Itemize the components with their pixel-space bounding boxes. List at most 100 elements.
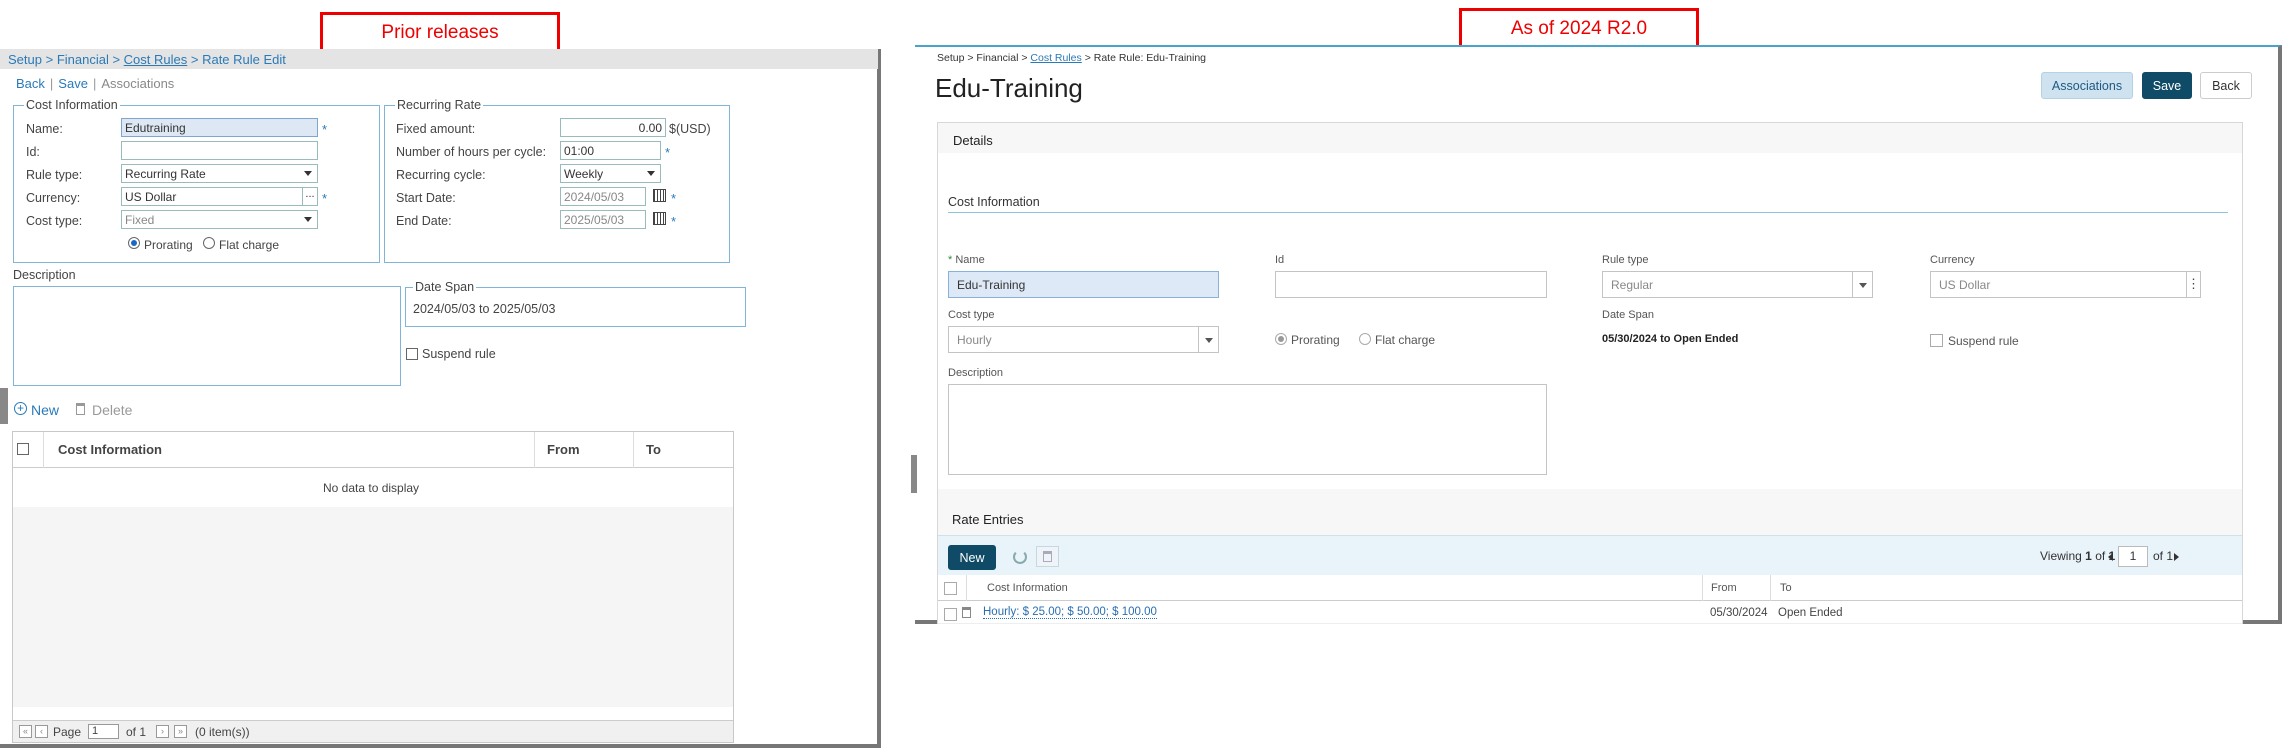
back-button[interactable]: Back <box>2200 72 2252 99</box>
details-body: Cost Information * Name Edu-Training Id … <box>938 153 2242 489</box>
rule-type-select[interactable]: Regular <box>1602 271 1873 298</box>
flat-charge-radio[interactable] <box>1359 333 1371 345</box>
rate-entries-toolbar: New Viewing 1 of 1 1 of 1 <box>938 535 2242 575</box>
associations-button[interactable]: Associations <box>2041 72 2133 99</box>
end-date-input[interactable]: 2025/05/03 <box>560 210 646 229</box>
rate-entry-link[interactable]: Hourly: $ 25.00; $ 50.00; $ 100.00 <box>983 606 1157 619</box>
id-label: Id <box>1275 254 1285 266</box>
new-entry-button[interactable]: New <box>948 545 996 570</box>
select-all-checkbox[interactable] <box>17 443 29 455</box>
add-icon[interactable]: + <box>14 402 27 415</box>
recurring-rate-legend: Recurring Rate <box>395 98 484 112</box>
suspend-rule-checkbox[interactable] <box>406 348 418 360</box>
calendar-icon[interactable] <box>653 212 666 225</box>
name-label: Name: <box>26 122 63 136</box>
prorating-radio[interactable] <box>128 237 140 249</box>
cost-info-grid: Cost Information From To No data to disp… <box>12 431 734 743</box>
breadcrumb-financial[interactable]: Financial <box>57 52 109 67</box>
fixed-amount-label: Fixed amount: <box>396 122 476 136</box>
cost-info-legend: Cost Information <box>24 98 120 112</box>
next-page-icon[interactable]: › <box>156 725 169 738</box>
id-label: Id: <box>26 145 40 159</box>
breadcrumb-current: Rate Rule Edit <box>202 52 286 67</box>
cost-info-header: Cost Information <box>948 195 1040 209</box>
name-input[interactable]: Edutraining <box>121 118 318 137</box>
first-page-icon[interactable]: « <box>19 725 32 738</box>
next-page-icon[interactable] <box>2174 553 2179 561</box>
column-from[interactable]: From <box>1711 582 1737 594</box>
flat-charge-radio[interactable] <box>203 237 215 249</box>
prorating-radio[interactable] <box>1275 333 1287 345</box>
breadcrumb-cost-rules[interactable]: Cost Rules <box>1030 52 1081 64</box>
page-input[interactable]: 1 <box>88 724 119 739</box>
cost-type-select[interactable]: Hourly <box>948 326 1219 353</box>
start-date-input[interactable]: 2024/05/03 <box>560 187 646 206</box>
column-divider <box>534 432 535 468</box>
row-checkbox[interactable] <box>944 608 957 621</box>
trash-icon <box>76 403 85 415</box>
trash-icon[interactable] <box>962 607 971 618</box>
select-all-checkbox[interactable] <box>944 582 957 595</box>
breadcrumb-cost-rules[interactable]: Cost Rules <box>124 52 188 67</box>
end-date-label: End Date: <box>396 214 452 228</box>
chevron-down-icon[interactable] <box>1852 272 1872 297</box>
column-cost-information[interactable]: Cost Information <box>58 442 162 457</box>
required-marker: * <box>665 145 671 160</box>
empty-message: No data to display <box>323 481 420 495</box>
collapse-handle[interactable] <box>0 388 8 424</box>
collapse-handle[interactable] <box>911 455 917 493</box>
save-link[interactable]: Save <box>58 76 88 91</box>
hours-per-cycle-input[interactable]: 01:00 <box>560 141 661 160</box>
description-textarea[interactable] <box>13 286 401 386</box>
currency-input[interactable]: US Dollar <box>121 187 303 206</box>
breadcrumb: Setup > Financial > Cost Rules > Rate Ru… <box>0 49 878 69</box>
breadcrumb-current: Rate Rule: Edu-Training <box>1093 52 1206 64</box>
date-span-label: Date Span <box>1602 309 1654 321</box>
prev-page-icon[interactable]: ‹ <box>35 725 48 738</box>
page-input[interactable]: 1 <box>2118 546 2148 567</box>
save-button[interactable]: Save <box>2142 72 2192 99</box>
delete-button[interactable]: Delete <box>92 402 132 418</box>
breadcrumb-setup[interactable]: Setup <box>937 52 964 64</box>
column-divider <box>966 575 967 601</box>
column-from[interactable]: From <box>547 442 580 457</box>
currency-unit: $(USD) <box>669 122 711 136</box>
column-divider <box>1702 575 1703 601</box>
description-label: Description <box>13 268 76 282</box>
delete-button[interactable] <box>1036 546 1059 567</box>
cost-type-label: Cost type: <box>26 214 83 228</box>
refresh-icon[interactable] <box>1013 550 1027 564</box>
from-value: 05/30/2024 <box>1710 607 1768 619</box>
currency-select[interactable]: US Dollar ⋮ <box>1930 271 2201 298</box>
recurring-cycle-select[interactable]: Weekly <box>560 164 661 183</box>
suspend-rule-checkbox[interactable] <box>1930 334 1943 347</box>
name-input[interactable]: Edu-Training <box>948 271 1219 298</box>
last-page-icon[interactable]: » <box>174 725 187 738</box>
prorating-label: Prorating <box>1291 333 1340 347</box>
breadcrumb-financial[interactable]: Financial <box>976 52 1018 64</box>
breadcrumb-setup[interactable]: Setup <box>8 52 42 67</box>
column-cost-information[interactable]: Cost Information <box>987 582 1068 594</box>
callout-new-release: As of 2024 R2.0 <box>1459 8 1699 50</box>
page-of-label: of 1 <box>126 725 147 739</box>
breadcrumb: Setup > Financial > Cost Rules > Rate Ru… <box>937 52 1206 64</box>
associations-link[interactable]: Associations <box>101 76 174 91</box>
id-input[interactable] <box>1275 271 1547 298</box>
cost-type-select[interactable]: Fixed <box>121 210 318 229</box>
more-icon[interactable]: ⋮ <box>2186 272 2200 297</box>
date-span-legend: Date Span <box>413 280 477 294</box>
back-link[interactable]: Back <box>16 76 45 91</box>
chevron-down-icon[interactable] <box>1198 327 1218 352</box>
fixed-amount-input[interactable]: 0.00 <box>560 118 666 137</box>
recurring-cycle-label: Recurring cycle: <box>396 168 486 182</box>
column-to[interactable]: To <box>1780 582 1792 594</box>
column-divider <box>1770 575 1771 601</box>
column-to[interactable]: To <box>646 442 661 457</box>
description-textarea[interactable] <box>948 384 1547 475</box>
new-button[interactable]: New <box>31 402 59 418</box>
id-input[interactable] <box>121 141 318 160</box>
calendar-icon[interactable] <box>653 189 666 202</box>
currency-lookup-button[interactable]: ... <box>302 187 318 206</box>
rule-type-select[interactable]: Recurring Rate <box>121 164 318 183</box>
prev-page-icon[interactable] <box>2108 553 2113 561</box>
